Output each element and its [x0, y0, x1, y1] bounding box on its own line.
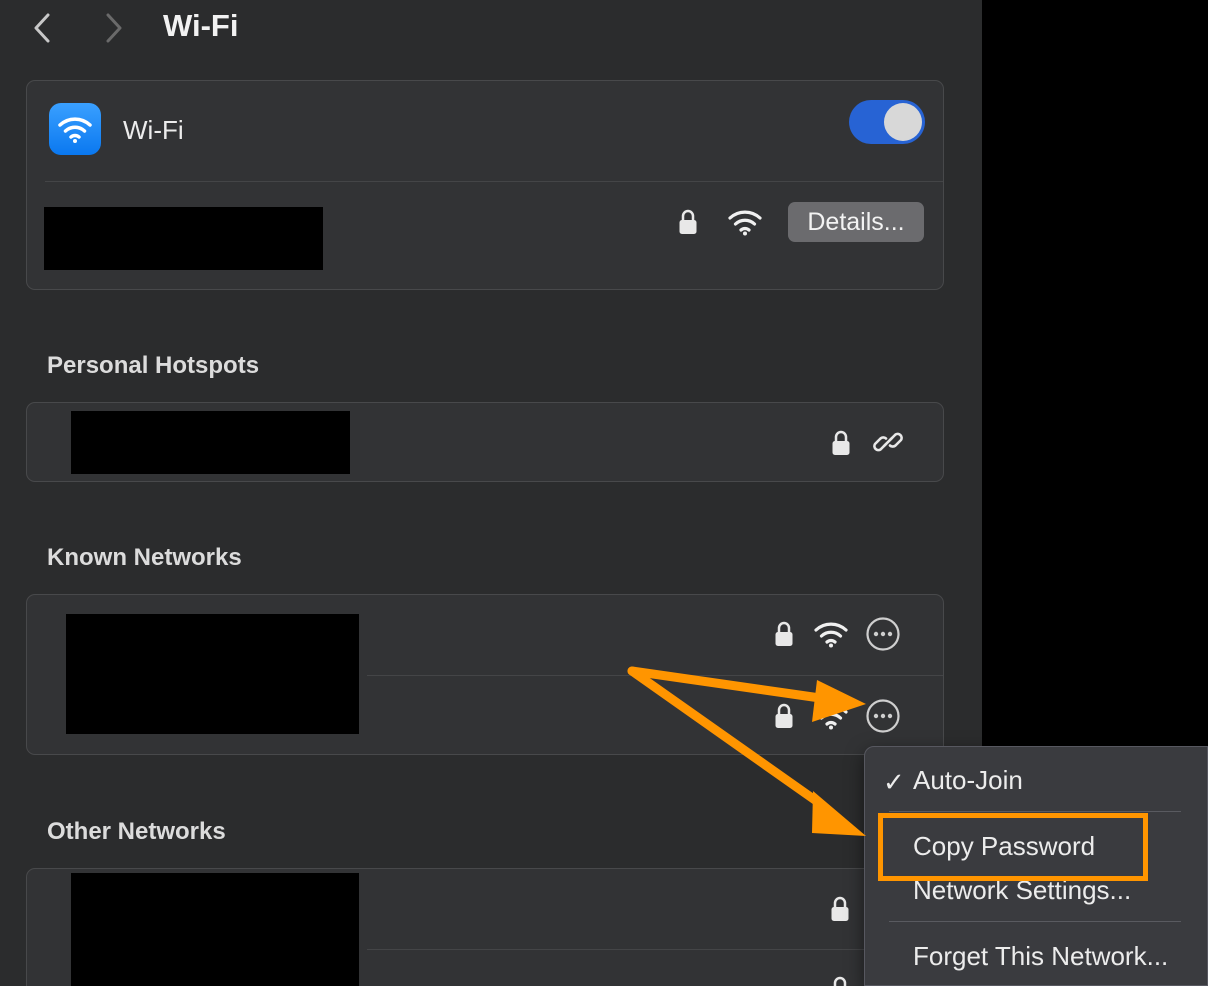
chevron-left-icon [34, 13, 50, 43]
toggle-knob [884, 103, 922, 141]
ellipsis-circle-icon[interactable] [865, 698, 901, 734]
personal-hotspots-card [26, 402, 944, 482]
menu-item-auto-join[interactable]: Auto-Join [913, 765, 1023, 796]
row-divider [367, 949, 943, 950]
row-divider [367, 675, 943, 676]
wifi-toggle[interactable] [849, 100, 925, 144]
redacted-network-name [44, 207, 323, 270]
link-icon [873, 432, 903, 452]
wifi-icon [58, 117, 92, 143]
chevron-right-icon [106, 13, 122, 43]
row-divider [45, 181, 943, 182]
menu-item-forget-network[interactable]: Forget This Network... [913, 941, 1168, 972]
known-networks-card [26, 594, 944, 755]
redacted-network-name [66, 614, 359, 734]
page-title: Wi-Fi [163, 8, 239, 43]
menu-divider [889, 921, 1181, 922]
lock-icon [679, 209, 697, 234]
ellipsis-circle-icon[interactable] [865, 616, 901, 652]
menu-divider [889, 811, 1181, 812]
back-button[interactable] [27, 8, 57, 48]
wifi-icon [814, 704, 848, 730]
other-networks-card [26, 868, 944, 986]
highlight-box [878, 813, 1148, 881]
lock-icon [775, 703, 793, 728]
redacted-network-name [71, 411, 350, 474]
wifi-card: Wi-Fi Details... [26, 80, 944, 290]
wifi-app-icon [49, 103, 101, 155]
wifi-icon [728, 210, 762, 236]
lock-icon [831, 896, 849, 921]
lock-icon [832, 430, 850, 455]
details-button[interactable]: Details... [788, 202, 924, 242]
forward-button[interactable] [99, 8, 129, 48]
wifi-icon [814, 622, 848, 648]
lock-icon [775, 621, 793, 646]
section-title-personal-hotspots: Personal Hotspots [47, 352, 260, 379]
section-title-other-networks: Other Networks [47, 818, 226, 845]
checkmark-icon: ✓ [883, 767, 905, 797]
redacted-network-name [71, 873, 359, 986]
wifi-label: Wi-Fi [123, 115, 184, 145]
wifi-settings-panel: Wi-Fi Wi-Fi Details... Personal Hotspots… [0, 0, 982, 986]
section-title-known-networks: Known Networks [47, 544, 242, 571]
lock-icon [833, 976, 847, 986]
